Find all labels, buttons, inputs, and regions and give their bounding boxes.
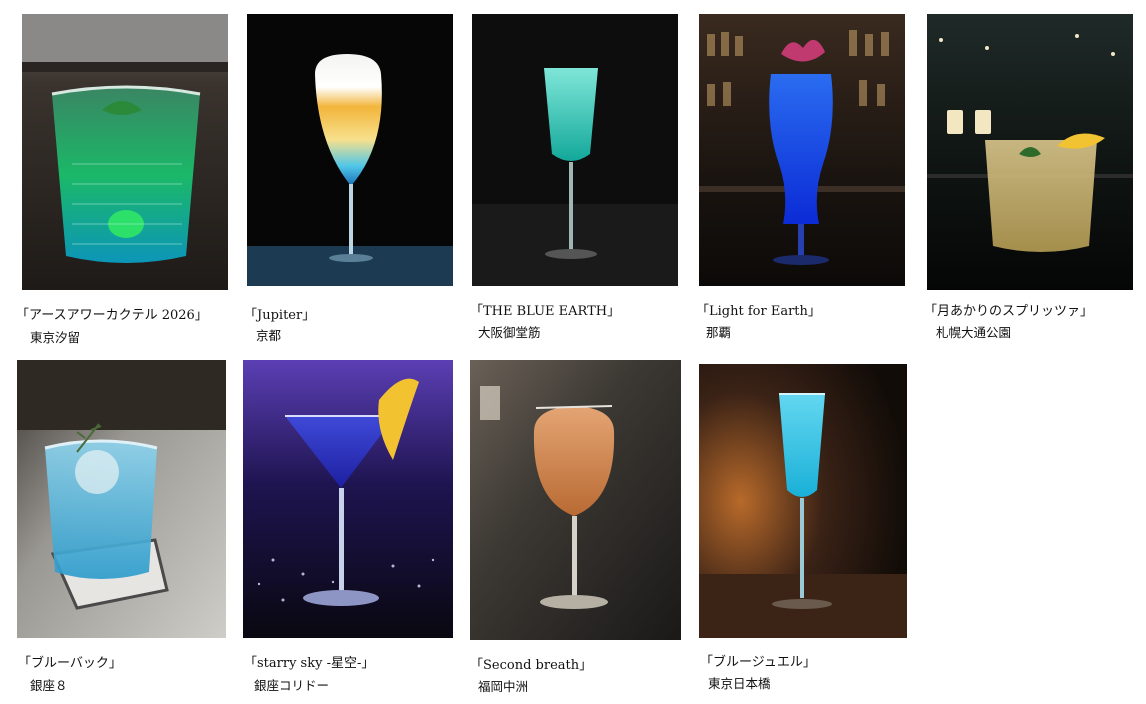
cocktail-photo-2 (247, 14, 453, 286)
cocktail-name: 「Jupiter」 (244, 308, 316, 323)
cocktail-photo-6 (17, 360, 226, 638)
cocktail-photo-7 (243, 360, 453, 638)
wine-glass-orange-cocktail-icon (470, 360, 681, 640)
cocktail-location: 那覇 (706, 325, 732, 340)
cocktail-location: 大阪御堂筋 (478, 325, 541, 340)
cocktail-location: 京都 (256, 328, 282, 343)
flute-glass-blue-sparkling-icon (699, 364, 907, 638)
cocktail-name: 「アースアワーカクテル 2026」 (16, 308, 208, 323)
cocktail-name: 「ブルーバック」 (18, 656, 122, 671)
cocktail-location: 銀座８ (30, 678, 68, 693)
cocktail-photo-8 (470, 360, 681, 640)
cocktail-name: 「starry sky -星空-」 (244, 656, 375, 671)
cocktail-photo-5 (927, 14, 1133, 290)
rocks-glass-light-blue-cocktail-icon (17, 360, 226, 638)
cocktail-photo-4 (699, 14, 905, 286)
martini-glass-blue-cocktail-icon (243, 360, 453, 638)
tulip-glass-layered-cocktail-icon (247, 14, 453, 286)
rocks-glass-green-cocktail-icon (22, 14, 228, 290)
cocktail-location: 福岡中洲 (478, 679, 529, 694)
cocktail-location: 銀座コリドー (254, 678, 330, 693)
flute-glass-teal-cocktail-icon (472, 14, 678, 286)
cocktail-location: 東京汐留 (30, 330, 81, 345)
cocktail-photo-9 (699, 364, 907, 638)
cocktail-photo-1 (22, 14, 228, 290)
tumbler-glass-yellow-spritzer-icon (927, 14, 1133, 290)
cocktail-location: 札幌大通公園 (936, 325, 1012, 340)
cocktail-location: 東京日本橋 (708, 676, 771, 691)
cocktail-name: 「ブルージュエル」 (700, 655, 816, 670)
cocktail-name: 「月あかりのスプリッツァ」 (924, 304, 1094, 319)
cocktail-name: 「Second breath」 (470, 658, 593, 673)
cocktail-name: 「Light for Earth」 (696, 304, 821, 319)
cocktail-photo-3 (472, 14, 678, 286)
hurricane-glass-blue-cocktail-icon (699, 14, 905, 286)
cocktail-name: 「THE BLUE EARTH」 (470, 304, 621, 319)
